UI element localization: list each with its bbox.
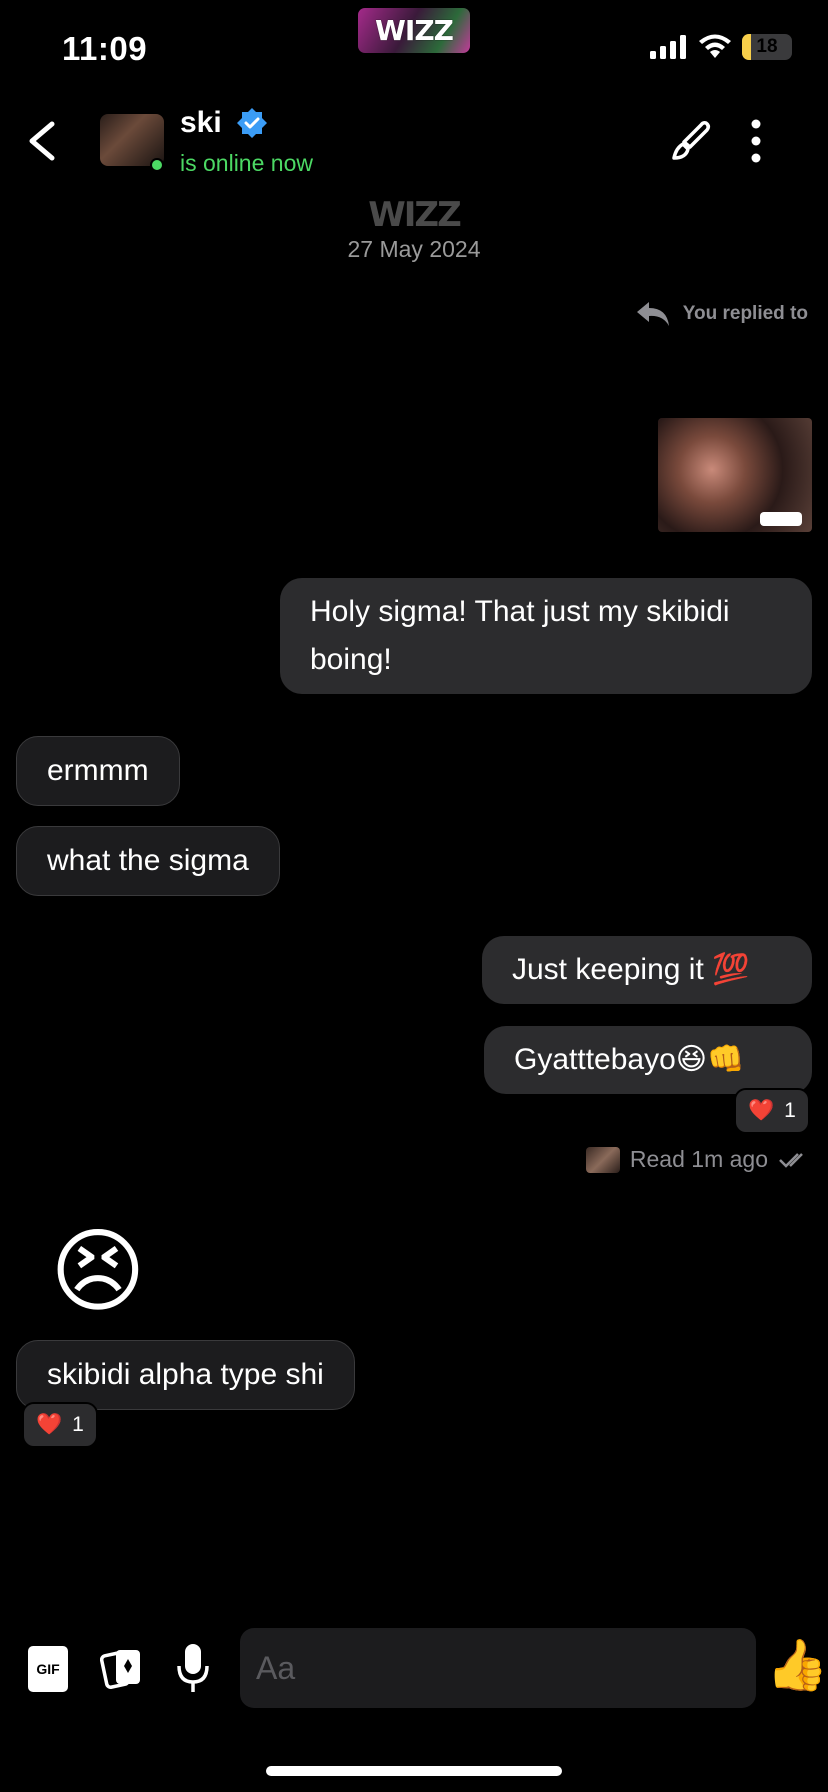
status-time: 11:09 bbox=[62, 30, 148, 67]
more-options-icon[interactable] bbox=[742, 118, 770, 164]
wizz-logo: WIZZ bbox=[368, 195, 461, 235]
emoji-message[interactable]: 😣 bbox=[50, 1226, 146, 1318]
message-bubble[interactable]: what the sigma bbox=[16, 826, 280, 896]
paintbrush-icon[interactable] bbox=[668, 118, 714, 164]
verified-badge-icon bbox=[236, 108, 267, 138]
double-check-icon bbox=[779, 1152, 803, 1168]
date-separator: 27 May 2024 bbox=[347, 236, 481, 262]
read-receipt: Read 1m ago bbox=[585, 1146, 808, 1173]
like-button[interactable]: 👍 bbox=[766, 1640, 828, 1690]
reply-arrow-icon bbox=[636, 302, 669, 326]
replied-note: You replied to bbox=[635, 300, 808, 328]
message-bubble[interactable]: Gyatttebayo😆👊 bbox=[484, 1026, 812, 1094]
microphone-icon[interactable] bbox=[176, 1642, 210, 1696]
wifi-icon bbox=[699, 34, 731, 58]
cellular-signal-icon bbox=[650, 35, 686, 59]
message-bubble[interactable]: skibidi alpha type shi bbox=[16, 1340, 355, 1410]
gif-button[interactable]: GIF bbox=[28, 1646, 68, 1692]
battery-indicator: 18 bbox=[742, 34, 792, 60]
replied-photo[interactable] bbox=[658, 418, 812, 532]
presence-status: is online now bbox=[180, 150, 313, 176]
cards-icon[interactable] bbox=[100, 1644, 144, 1694]
app-badge[interactable]: WIZZ bbox=[358, 8, 470, 53]
online-indicator bbox=[150, 158, 164, 172]
home-indicator bbox=[266, 1766, 562, 1776]
reaction-badge[interactable]: ❤️ 1 bbox=[734, 1088, 810, 1134]
message-input[interactable]: Aa bbox=[240, 1628, 756, 1708]
contact-name[interactable]: ski bbox=[180, 106, 268, 140]
back-chevron-icon[interactable] bbox=[22, 118, 62, 164]
message-bubble[interactable]: Just keeping it 💯 bbox=[482, 936, 812, 1004]
photo-tag bbox=[760, 512, 802, 526]
reaction-badge[interactable]: ❤️ 1 bbox=[22, 1402, 98, 1448]
message-bubble[interactable]: ermmm bbox=[16, 736, 180, 806]
reader-avatar bbox=[585, 1146, 620, 1173]
message-bubble[interactable]: Holy sigma! That just my skibidi boing! bbox=[280, 578, 812, 694]
status-icons: 18 bbox=[650, 34, 792, 60]
